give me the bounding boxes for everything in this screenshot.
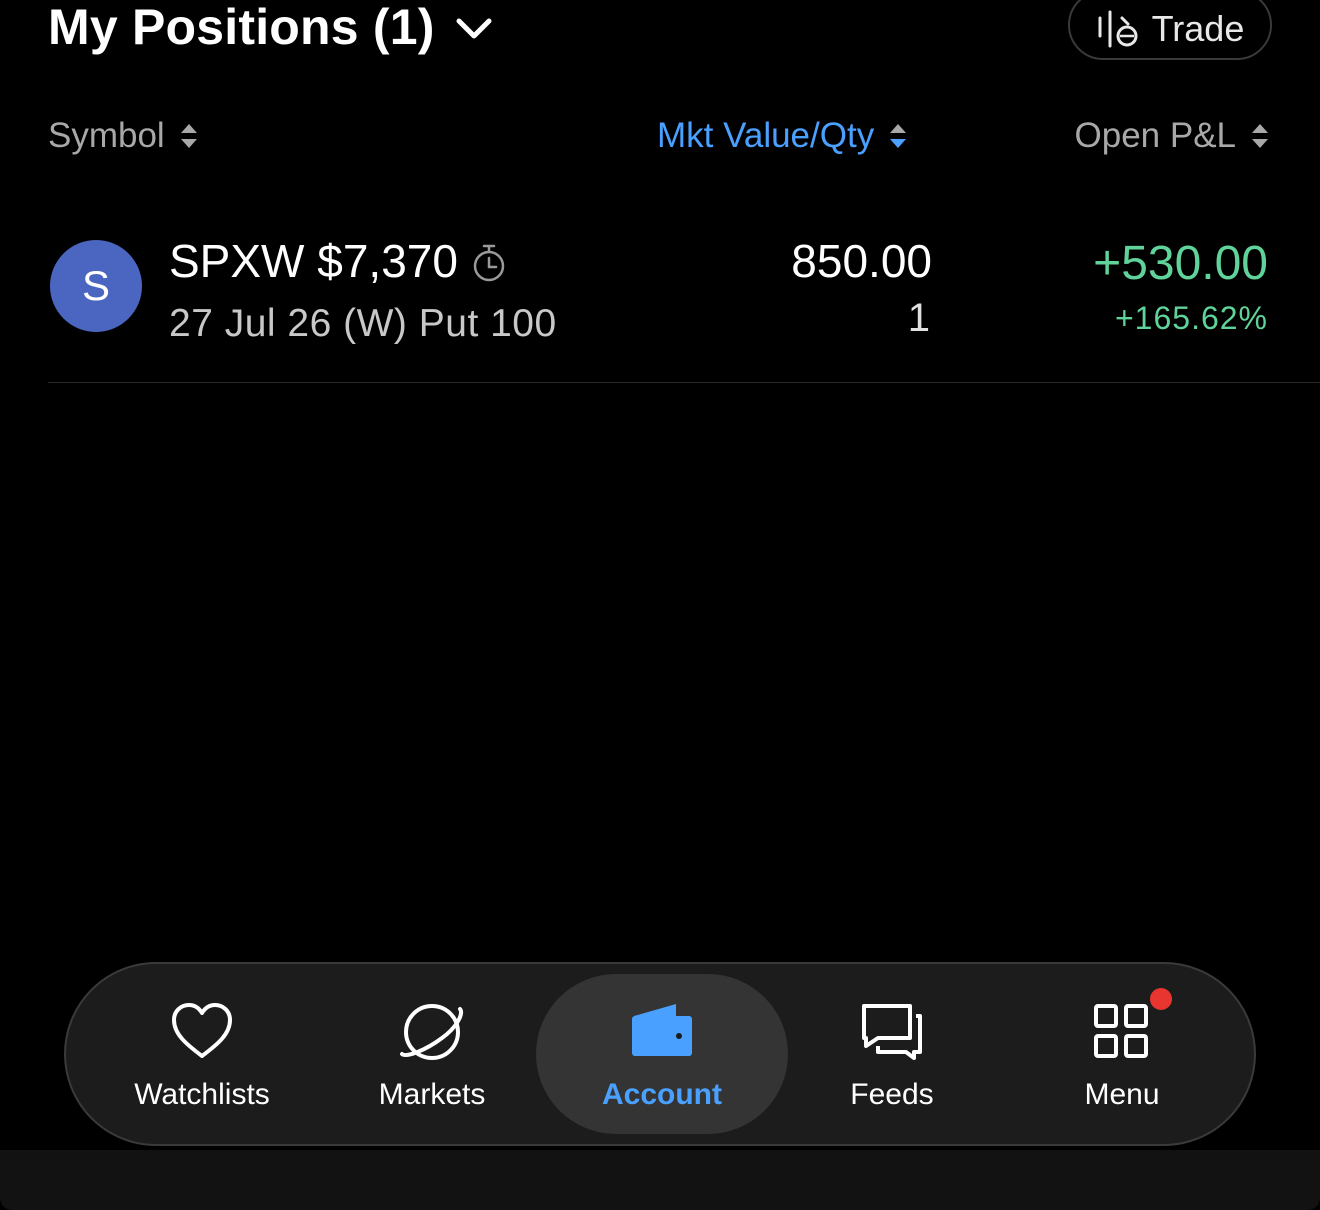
bottom-nav: Watchlists Markets Account Feeds Menu: [64, 962, 1256, 1146]
chevron-down-icon: [456, 18, 492, 39]
grid-icon: [1094, 1004, 1148, 1058]
nav-markets-label: Markets: [378, 1078, 486, 1111]
trade-button[interactable]: Trade: [1068, 0, 1272, 60]
column-header-mkt-value-qty: Mkt Value/Qty: [657, 116, 875, 155]
sort-active-icon: [890, 124, 907, 148]
nav-account[interactable]: Account: [536, 974, 788, 1134]
menu-icon-wrap: [1086, 988, 1172, 1068]
bottom-safe-area: [0, 1150, 1320, 1210]
nav-markets[interactable]: Markets: [306, 974, 558, 1134]
sort-icon: [180, 124, 197, 148]
heart-icon: [172, 1003, 232, 1058]
position-contract: 27 Jul 26 (W) Put 100: [169, 302, 557, 345]
nav-account-label: Account: [602, 1078, 722, 1111]
nav-menu-label: Menu: [1084, 1078, 1160, 1111]
nav-menu[interactable]: Menu: [996, 974, 1248, 1134]
position-open-pnl: +530.00: [1093, 237, 1268, 290]
column-headers: Symbol Mkt Value/Qty Open P&L: [48, 108, 1270, 164]
avatar: S: [50, 240, 142, 332]
position-symbol: SPXW $7,370: [169, 235, 458, 287]
column-header-symbol: Symbol: [48, 116, 165, 155]
sort-symbol[interactable]: Symbol: [48, 108, 199, 164]
column-header-open-pnl: Open P&L: [1074, 116, 1237, 155]
positions-title-toggle[interactable]: My Positions (1): [48, 0, 495, 62]
wallet-icon: [632, 1004, 692, 1056]
nav-watchlists[interactable]: Watchlists: [76, 974, 328, 1134]
position-row[interactable]: S SPXW $7,370 27 Jul 26 (W) Put 100 850.…: [48, 200, 1320, 383]
position-open-pnl-pct: +165.62%: [1114, 300, 1268, 336]
notification-dot: [1150, 988, 1172, 1010]
sort-open-pnl[interactable]: Open P&L: [1075, 108, 1271, 164]
position-qty: 1: [907, 296, 930, 340]
stopwatch-icon: [473, 244, 505, 282]
chat-bubbles-icon: [862, 1004, 922, 1060]
position-symbol-line: SPXW $7,370: [169, 234, 506, 288]
trade-icon: [1098, 10, 1138, 48]
position-mkt-value: 850.00: [791, 235, 932, 287]
nav-watchlists-label: Watchlists: [134, 1078, 270, 1111]
nav-feeds-label: Feeds: [850, 1078, 934, 1111]
planet-icon: [400, 1004, 463, 1060]
sort-icon: [1252, 124, 1268, 148]
positions-header: My Positions (1) Trade: [48, 0, 1272, 62]
page-title: My Positions (1): [48, 0, 435, 55]
nav-feeds[interactable]: Feeds: [766, 974, 1018, 1134]
sort-mkt-value-qty[interactable]: Mkt Value/Qty: [657, 108, 908, 164]
trade-button-label: Trade: [1151, 8, 1245, 49]
